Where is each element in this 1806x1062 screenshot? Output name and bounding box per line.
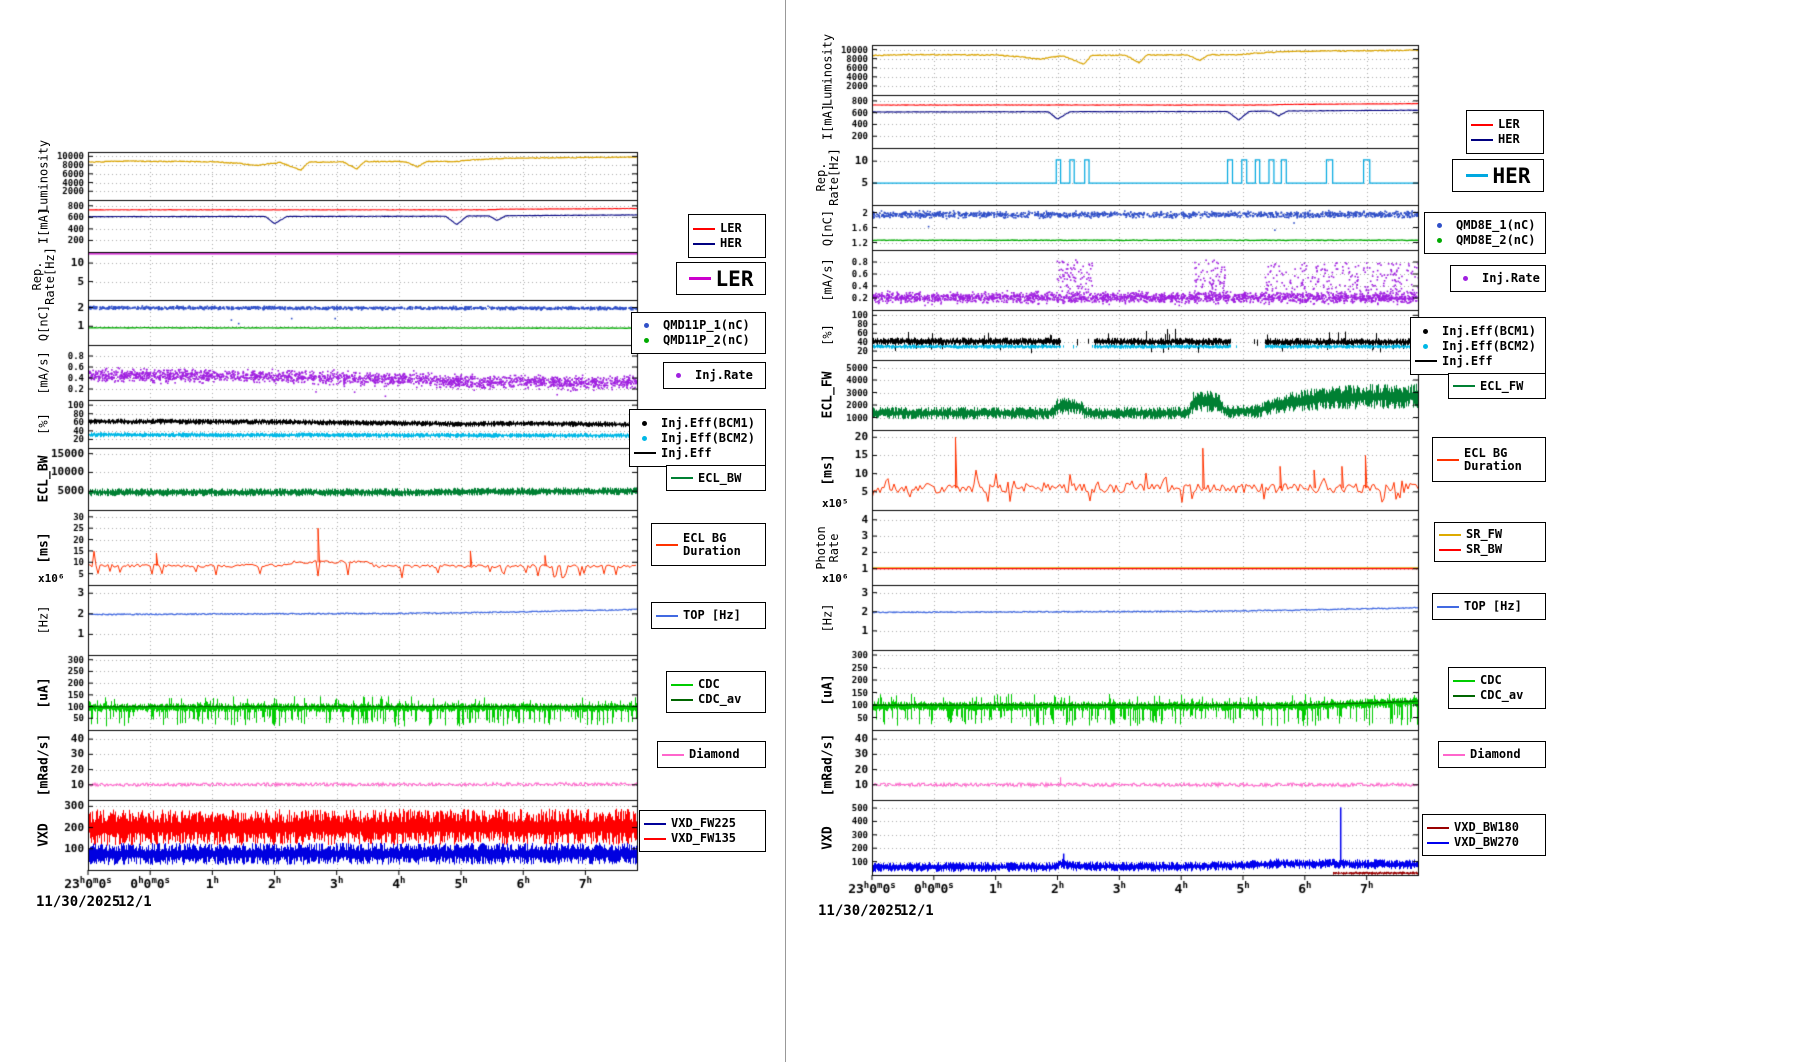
panel-divider bbox=[785, 0, 786, 1062]
left-date-start: 11/30/2025 bbox=[36, 894, 120, 910]
left-date-next: 12/1 bbox=[118, 894, 152, 910]
beam-background-monitor: 11/30/2025 12/1 11/30/2025 12/1 Luminosi… bbox=[0, 0, 1806, 1062]
right-date-next: 12/1 bbox=[900, 903, 934, 919]
right-date-start: 11/30/2025 bbox=[818, 903, 902, 919]
right-panel-chart-canvas bbox=[786, 0, 1806, 1062]
